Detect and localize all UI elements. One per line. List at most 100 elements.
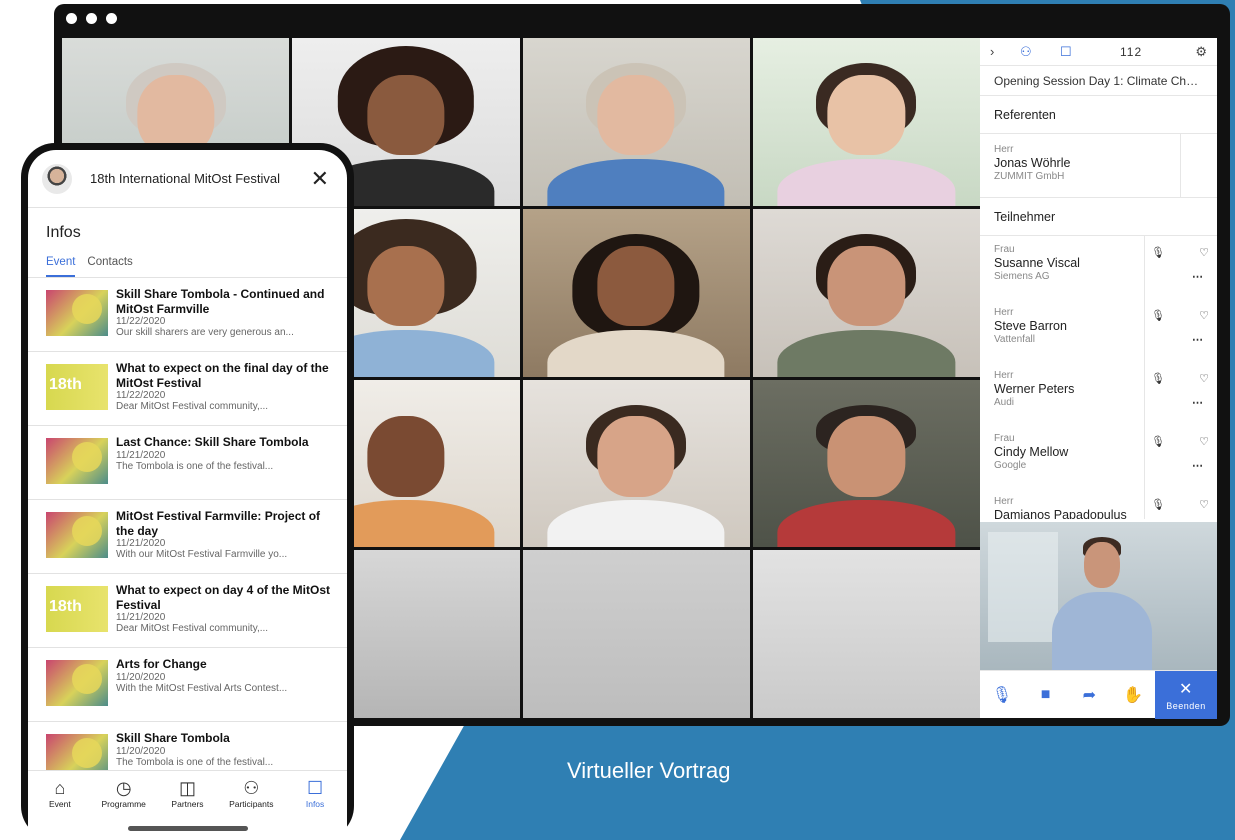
tab-contacts[interactable]: Contacts <box>87 250 132 277</box>
nav-label: Partners <box>171 799 204 809</box>
nav-label: Participants <box>229 799 274 809</box>
item-date: 11/20/2020 <box>116 671 166 683</box>
video-tile[interactable] <box>522 208 750 377</box>
item-date: 11/21/2020 <box>116 449 166 461</box>
more-icon[interactable]: ⋯ <box>1192 333 1203 346</box>
chat-icon[interactable]: ☐ <box>1060 44 1100 60</box>
session-panel: › ⚇ ☐ 112 ⚙ Opening Session Day 1: Clima… <box>980 38 1217 719</box>
close-icon[interactable]: ✕ <box>311 166 329 192</box>
microphone-icon[interactable]: 🎙 <box>1151 498 1165 511</box>
hang-up-icon: ✕ <box>1179 680 1193 698</box>
list-item[interactable]: Last Chance: Skill Share Tombola 11/21/20… <box>28 426 347 500</box>
heart-icon[interactable]: ♡ <box>1199 246 1209 259</box>
item-excerpt: With the MitOst Festival Arts Contest... <box>116 682 288 694</box>
speaker-row[interactable]: Herr Jonas Wöhrle ZUMMIT GmbH <box>980 134 1217 198</box>
video-tile[interactable] <box>522 38 750 206</box>
people-icon[interactable]: ⚇ <box>1020 44 1060 60</box>
news-list: Skill Share Tombola - Continued and MitO… <box>28 278 347 796</box>
video-tile[interactable] <box>752 550 980 718</box>
item-excerpt: Dear MitOst Festival community,... <box>116 623 269 634</box>
list-item[interactable]: 18th What to expect on the final day of … <box>28 352 347 426</box>
more-icon[interactable]: ⋯ <box>1192 459 1203 472</box>
people-icon: ⚇ <box>243 778 260 798</box>
microphone-icon[interactable]: 🎙 <box>1151 435 1165 448</box>
list-item[interactable]: MitOst Festival Farmville: Project of th… <box>28 500 347 574</box>
list-item[interactable]: 18th What to expect on day 4 of the MitO… <box>28 574 347 648</box>
window-dot[interactable] <box>106 13 117 24</box>
news-thumbnail <box>46 660 108 706</box>
window-dot[interactable] <box>86 13 97 24</box>
camera-icon[interactable]: ■ <box>1024 686 1068 704</box>
window-dot[interactable] <box>66 13 77 24</box>
participant-company: Siemens AG <box>994 271 1050 282</box>
participants-list[interactable]: Frau Susanne Viscal Siemens AG 🎙 ♡ ⋯ Herr… <box>980 236 1217 519</box>
video-tile[interactable] <box>752 38 980 206</box>
more-icon[interactable]: ⋯ <box>1192 270 1203 283</box>
thumbnail-text: 18th <box>49 598 82 615</box>
heart-icon[interactable]: ♡ <box>1199 498 1209 511</box>
presentation-icon: ◫ <box>178 778 196 798</box>
microphone-icon[interactable]: 🎙 <box>980 685 1024 705</box>
home-indicator[interactable] <box>127 826 248 831</box>
news-thumbnail: 18th <box>46 364 108 410</box>
share-screen-icon[interactable]: ➦ <box>1068 685 1112 705</box>
microphone-icon[interactable]: 🎙 <box>1151 309 1165 322</box>
heart-icon[interactable]: ♡ <box>1199 435 1209 448</box>
nav-infos[interactable]: ☐ Infos <box>283 777 347 840</box>
item-date: 11/21/2020 <box>116 538 166 549</box>
tab-event[interactable]: Event <box>46 250 76 277</box>
video-tile[interactable] <box>522 379 750 548</box>
item-title: Skill Share Tombola - Continued and MitO… <box>116 287 325 316</box>
call-controls: 🎙 ■ ➦ ✋ ✕ Beenden <box>980 670 1217 719</box>
news-thumbnail: 18th <box>46 586 108 632</box>
more-icon[interactable]: ⋯ <box>1192 396 1203 409</box>
heart-icon[interactable]: ♡ <box>1199 372 1209 385</box>
video-tile[interactable] <box>522 550 750 718</box>
list-item[interactable]: Arts for Change 11/20/2020 With the MitOst… <box>28 648 347 722</box>
end-call-button[interactable]: ✕ Beenden <box>1155 670 1217 719</box>
event-title: 18th International MitOst Festival <box>90 171 281 186</box>
raise-hand-icon[interactable]: ✋ <box>1111 685 1155 705</box>
bottom-navigation: ⌂ Event ◷ Programme ◫ Partners ⚇ Participant… <box>28 770 347 840</box>
tab-bar: Event Contacts <box>28 250 347 278</box>
nav-event[interactable]: ⌂ Event <box>28 777 92 840</box>
item-excerpt: With our MitOst Festival Farmville yo... <box>116 549 288 560</box>
news-thumbnail <box>46 290 108 336</box>
self-video <box>980 522 1217 670</box>
video-tile[interactable] <box>752 208 980 377</box>
participants-heading: Teilnehmer <box>980 198 1217 236</box>
news-thumbnail <box>46 512 108 558</box>
participant-company: Google <box>994 460 1027 471</box>
video-tile[interactable] <box>752 379 980 548</box>
phone-header: 18th International MitOst Festival ✕ <box>28 150 347 208</box>
participant-row[interactable]: Herr Damianos Papadopulus 🎙 ♡ <box>980 488 1217 519</box>
nav-label: Infos <box>305 799 325 809</box>
item-title: MitOst Festival Farmville: Project of th… <box>116 509 321 538</box>
list-item[interactable]: Skill Share Tombola - Continued and MitO… <box>28 278 347 352</box>
nav-label: Event <box>49 799 71 809</box>
participant-company: Audi <box>994 397 1015 408</box>
participant-row[interactable]: Herr Steve Barron Vattenfall 🎙 ♡ ⋯ <box>980 299 1217 362</box>
heart-icon[interactable]: ♡ <box>1199 309 1209 322</box>
item-title: What to expect on the final day of the M… <box>116 361 329 390</box>
participant-row[interactable]: Herr Werner Peters Audi 🎙 ♡ ⋯ <box>980 362 1217 425</box>
speaker-salutation: Herr <box>994 144 1014 155</box>
item-title: Last Chance: Skill Share Tombola <box>116 435 309 449</box>
microphone-icon[interactable]: 🎙 <box>1151 246 1165 259</box>
item-excerpt: Our skill sharers are very generous an..… <box>116 327 294 338</box>
nav-label: Programme <box>101 799 146 809</box>
news-thumbnail <box>46 438 108 484</box>
participant-row[interactable]: Frau Cindy Mellow Google 🎙 ♡ ⋯ <box>980 425 1217 488</box>
item-title: What to expect on day 4 of the MitOst Fe… <box>116 583 331 612</box>
chevron-right-icon[interactable]: › <box>990 44 1020 59</box>
phone-frame: 18th International MitOst Festival ✕ Inf… <box>21 143 354 840</box>
participant-row[interactable]: Frau Susanne Viscal Siemens AG 🎙 ♡ ⋯ <box>980 236 1217 299</box>
item-excerpt: The Tombola is one of the festival... <box>116 460 274 472</box>
avatar[interactable] <box>42 163 72 194</box>
thumbnail-text: 18th <box>49 376 82 393</box>
microphone-icon[interactable]: 🎙 <box>1151 372 1165 385</box>
participant-count: 112 <box>1120 44 1143 59</box>
item-excerpt: The Tombola is one of the festival... <box>116 756 274 768</box>
gear-icon[interactable]: ⚙ <box>1195 44 1207 60</box>
home-icon: ⌂ <box>54 778 66 798</box>
